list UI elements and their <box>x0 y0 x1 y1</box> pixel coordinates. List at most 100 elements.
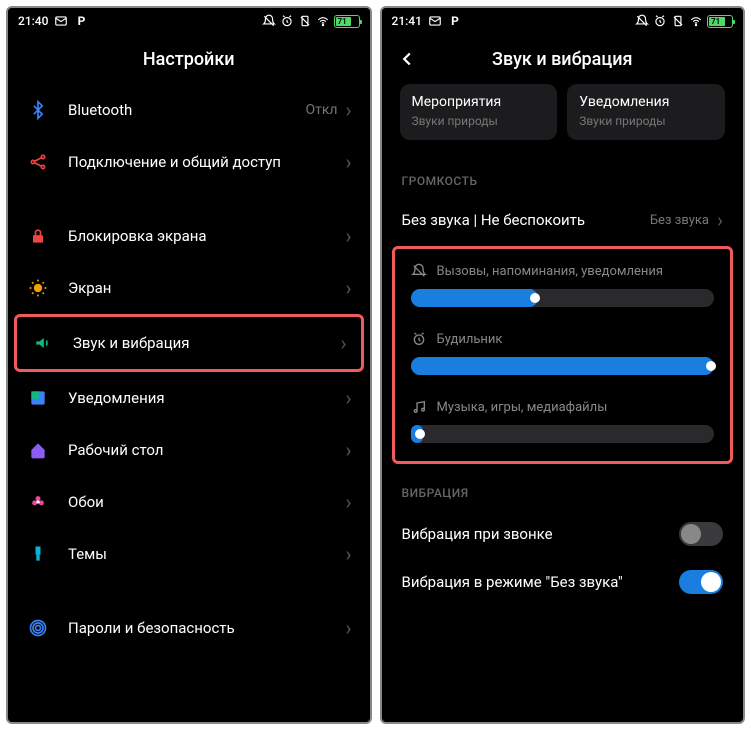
chevron-right-icon: › <box>345 618 351 638</box>
settings-row-bluetooth[interactable]: Bluetooth Откл › <box>12 84 366 136</box>
parking-icon: P <box>74 14 88 28</box>
page-title: Звук и вибрация <box>492 49 632 70</box>
settings-row-sound[interactable]: Звук и вибрация › <box>17 317 361 369</box>
page-header: Настройки <box>8 34 370 84</box>
mail-icon <box>54 14 68 28</box>
row-label: Уведомления <box>68 389 345 407</box>
bluetooth-icon <box>26 98 50 122</box>
row-label: Рабочий стол <box>68 441 345 459</box>
parking-icon: P <box>448 14 462 28</box>
sound-icon <box>31 331 55 355</box>
settings-row-flower[interactable]: Обои › <box>12 476 366 528</box>
chip-subtitle: Звуки природы <box>579 114 713 128</box>
row-label: Экран <box>68 279 345 297</box>
chevron-right-icon: › <box>345 388 351 408</box>
chip-title: Уведомления <box>579 94 713 110</box>
share-icon <box>26 150 50 174</box>
toggle-switch[interactable] <box>679 522 723 546</box>
sound-chip[interactable]: Уведомления Звуки природы <box>567 84 725 140</box>
vibration-toggle-row: Вибрация при звонке <box>386 510 740 558</box>
settings-row-sun[interactable]: Экран › <box>12 262 366 314</box>
settings-row-share[interactable]: Подключение и общий доступ › <box>12 136 366 188</box>
row-label: Пароли и безопасность <box>68 619 345 637</box>
battery-icon: 71 <box>707 15 733 28</box>
sound-settings: Мероприятия Звуки природы Уведомления Звуки… <box>382 84 744 722</box>
settings-row-notif[interactable]: Уведомления › <box>12 372 366 424</box>
volume-slider-block: Вызовы, напоминания, уведомления <box>395 253 731 321</box>
row-label: Bluetooth <box>68 101 305 119</box>
status-bar: 21:41 P 71 <box>382 8 744 34</box>
status-time: 21:41 <box>392 14 422 28</box>
settings-row-home[interactable]: Рабочий стол › <box>12 424 366 476</box>
mail-icon <box>428 14 442 28</box>
dnd-icon <box>635 14 649 28</box>
row-label: Обои <box>68 493 345 511</box>
sun-icon <box>26 276 50 300</box>
wifi-icon <box>689 14 703 28</box>
phone-left: 21:40 P 71 Настройки <box>6 6 372 724</box>
chevron-right-icon: › <box>345 100 351 120</box>
chip-subtitle: Звуки природы <box>412 114 546 128</box>
chevron-right-icon: › <box>340 333 346 353</box>
section-vibration: ВИБРАЦИЯ <box>386 468 740 510</box>
slider-label: Музыка, игры, медиафайлы <box>437 400 608 415</box>
phone-right: 21:41 P 71 <box>380 6 746 724</box>
page-header: Звук и вибрация <box>382 34 744 84</box>
settings-row-finger[interactable]: Пароли и безопасность › <box>12 602 366 654</box>
status-time: 21:40 <box>18 14 48 28</box>
section-volume: ГРОМКОСТЬ <box>386 156 740 198</box>
volume-slider-block: Будильник <box>395 321 731 389</box>
chevron-right-icon: › <box>345 278 351 298</box>
page-title: Настройки <box>143 49 235 70</box>
silent-mode-label: Без звука | Не беспокоить <box>402 211 650 229</box>
notif-icon <box>26 386 50 410</box>
alarm-icon <box>280 14 294 28</box>
silent-mode-value: Без звука <box>650 213 709 228</box>
bell-icon <box>411 263 427 279</box>
chevron-right-icon: › <box>345 152 351 172</box>
status-bar: 21:40 P 71 <box>8 8 370 34</box>
alarm-icon <box>653 14 667 28</box>
sound-chip[interactable]: Мероприятия Звуки природы <box>400 84 558 140</box>
flower-icon <box>26 490 50 514</box>
alarm-icon <box>411 331 427 347</box>
toggle-label: Вибрация в режиме "Без звука" <box>402 573 680 591</box>
highlight-box: Звук и вибрация › <box>14 314 364 372</box>
dnd-icon <box>262 14 276 28</box>
chip-title: Мероприятия <box>412 94 546 110</box>
chevron-right-icon: › <box>345 226 351 246</box>
slider-label: Вызовы, напоминания, уведомления <box>437 264 664 279</box>
settings-row-brush[interactable]: Темы › <box>12 528 366 580</box>
row-label: Звук и вибрация <box>73 334 340 352</box>
silent-mode-row[interactable]: Без звука | Не беспокоить Без звука › <box>386 198 740 242</box>
volume-slider[interactable] <box>411 425 715 443</box>
chevron-right-icon: › <box>345 440 351 460</box>
no-sim-icon <box>298 14 312 28</box>
battery-icon: 71 <box>334 15 360 28</box>
wifi-icon <box>316 14 330 28</box>
row-label: Темы <box>68 545 345 563</box>
volume-slider-block: Музыка, игры, медиафайлы <box>395 389 731 457</box>
brush-icon <box>26 542 50 566</box>
back-button[interactable] <box>396 48 418 70</box>
chevron-right-icon: › <box>345 544 351 564</box>
toggle-label: Вибрация при звонке <box>402 525 680 543</box>
settings-list: Bluetooth Откл › Подключение и общий дос… <box>8 84 370 722</box>
slider-label: Будильник <box>437 332 503 347</box>
vibration-toggle-row: Вибрация в режиме "Без звука" <box>386 558 740 606</box>
lock-icon <box>26 224 50 248</box>
home-icon <box>26 438 50 462</box>
no-sim-icon <box>671 14 685 28</box>
settings-row-lock[interactable]: Блокировка экрана › <box>12 210 366 262</box>
row-value: Откл <box>305 102 337 118</box>
music-icon <box>411 399 427 415</box>
row-label: Подключение и общий доступ <box>68 153 345 171</box>
volume-slider[interactable] <box>411 357 715 375</box>
chevron-right-icon: › <box>345 492 351 512</box>
volume-slider[interactable] <box>411 289 715 307</box>
volume-sliders-highlight: Вызовы, напоминания, уведомления Будильн… <box>392 246 734 464</box>
finger-icon <box>26 616 50 640</box>
row-label: Блокировка экрана <box>68 227 345 245</box>
chevron-right-icon: › <box>717 210 723 230</box>
toggle-switch[interactable] <box>679 570 723 594</box>
